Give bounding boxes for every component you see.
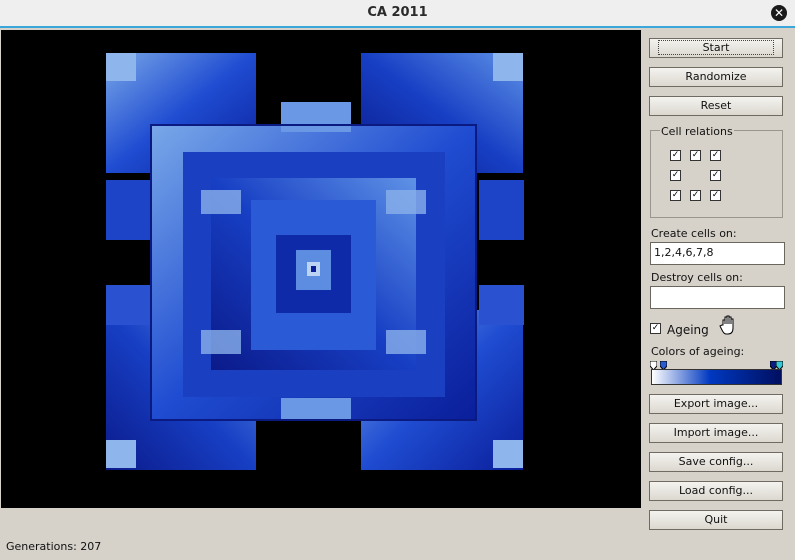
save-config-button[interactable]: Save config...: [649, 452, 783, 472]
create-cells-label: Create cells on:: [651, 227, 737, 240]
load-config-button[interactable]: Load config...: [649, 481, 783, 501]
colors-of-ageing-label: Colors of ageing:: [651, 345, 745, 358]
import-image-button[interactable]: Import image...: [649, 423, 783, 443]
reset-button[interactable]: Reset: [649, 96, 783, 116]
cell-relations-group: Cell relations ✓ ✓ ✓ ✓ ✓ ✓ ✓ ✓: [650, 125, 783, 218]
relation-checkbox-e[interactable]: ✓: [710, 170, 721, 181]
randomize-button[interactable]: Randomize: [649, 67, 783, 87]
relation-checkbox-ne[interactable]: ✓: [710, 150, 721, 161]
title-bar: CA 2011 ✕: [0, 0, 795, 28]
destroy-cells-label: Destroy cells on:: [651, 271, 743, 284]
relation-checkbox-nw[interactable]: ✓: [670, 150, 681, 161]
ageing-color-gradient[interactable]: [651, 369, 782, 385]
export-image-button[interactable]: Export image...: [649, 394, 783, 414]
relation-checkbox-se[interactable]: ✓: [710, 190, 721, 201]
relation-checkbox-s[interactable]: ✓: [690, 190, 701, 201]
start-button[interactable]: Start: [649, 38, 783, 58]
ageing-checkbox[interactable]: ✓: [650, 323, 661, 334]
fractal-pattern: [106, 53, 524, 470]
generations-status: Generations: 207: [6, 540, 102, 553]
control-panel: Start Randomize Reset Cell relations ✓ ✓…: [642, 28, 795, 538]
close-icon[interactable]: ✕: [771, 5, 787, 21]
cell-relations-title: Cell relations: [660, 125, 734, 138]
relation-checkbox-w[interactable]: ✓: [670, 170, 681, 181]
automaton-canvas[interactable]: [1, 30, 641, 508]
create-cells-input[interactable]: 1,2,4,6,7,8: [650, 242, 785, 265]
destroy-cells-input[interactable]: [650, 286, 785, 309]
ageing-label: Ageing: [667, 323, 709, 337]
window-title: CA 2011: [367, 5, 428, 20]
hand-cursor-icon: [719, 315, 734, 335]
relation-checkbox-n[interactable]: ✓: [690, 150, 701, 161]
relation-checkbox-sw[interactable]: ✓: [670, 190, 681, 201]
quit-button[interactable]: Quit: [649, 510, 783, 530]
